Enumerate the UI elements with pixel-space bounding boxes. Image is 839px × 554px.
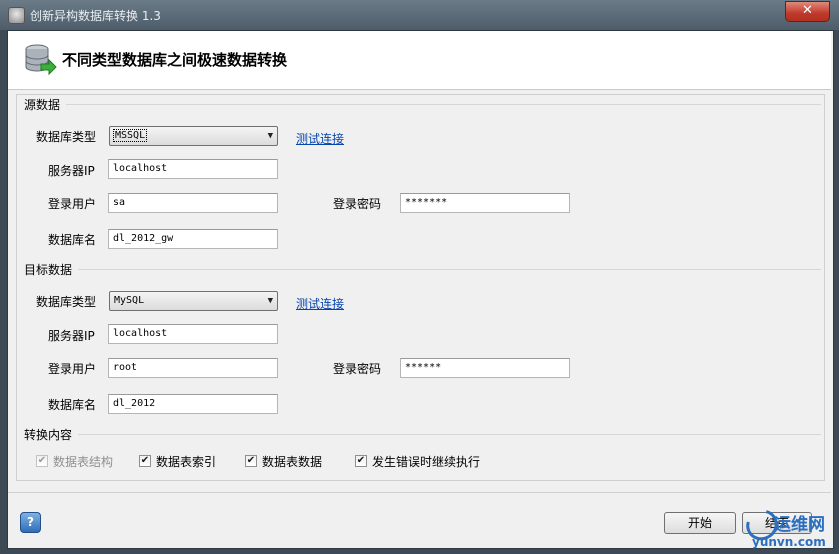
chevron-down-icon: ▼	[267, 296, 273, 306]
target-user-input[interactable]: root	[108, 358, 278, 378]
source-password-label: 登录密码	[333, 197, 382, 211]
watermark-name: 运维网	[774, 515, 825, 535]
source-db-type-label: 数据库类型	[36, 130, 97, 144]
window-title: 创新异构数据库转换 1.3	[30, 9, 161, 23]
settings-panel	[16, 94, 825, 481]
option-table-data-label: 数据表数据	[262, 455, 323, 469]
header-title: 不同类型数据库之间极速数据转换	[62, 51, 288, 69]
target-db-type-value: MySQL	[114, 295, 145, 306]
checkmark-icon: ✔	[356, 455, 366, 466]
option-table-index-label: 数据表索引	[156, 455, 217, 469]
conversion-section-divider	[78, 434, 821, 435]
target-db-type-label: 数据库类型	[36, 295, 97, 309]
checkmark-icon: ✔	[140, 455, 150, 466]
footer-divider	[8, 492, 831, 493]
target-password-input[interactable]: ******	[400, 358, 570, 378]
app-icon[interactable]	[8, 7, 25, 24]
start-button[interactable]: 开始	[664, 512, 736, 534]
target-user-label: 登录用户	[48, 362, 97, 376]
target-server-input[interactable]: localhost	[108, 324, 278, 344]
target-section-label: 目标数据	[24, 263, 73, 277]
help-icon[interactable]: ?	[20, 512, 41, 533]
option-continue-on-error-checkbox[interactable]: ✔	[355, 455, 367, 467]
source-user-input[interactable]: sa	[108, 193, 278, 213]
source-dbname-label: 数据库名	[48, 233, 97, 247]
option-table-structure-checkbox[interactable]: ✔	[36, 455, 48, 467]
source-server-label: 服务器IP	[48, 164, 95, 178]
target-db-type-select[interactable]: MySQL ▼	[109, 291, 278, 311]
target-server-label: 服务器IP	[48, 329, 95, 343]
option-continue-on-error-label: 发生错误时继续执行	[372, 455, 481, 469]
source-section-divider	[66, 104, 821, 105]
target-section-divider	[78, 269, 821, 270]
source-section-label: 源数据	[24, 98, 61, 112]
source-test-connection-link[interactable]: 测试连接	[296, 130, 344, 147]
chevron-down-icon: ▼	[267, 131, 273, 141]
checkmark-icon: ✔	[246, 455, 256, 466]
source-server-input[interactable]: localhost	[108, 159, 278, 179]
close-button[interactable]: ✕	[785, 1, 830, 22]
watermark-url: yunvn.com	[752, 535, 826, 549]
source-db-type-select[interactable]: MSSQL ▼	[109, 126, 278, 146]
source-dbname-input[interactable]: dl_2012_gw	[108, 229, 278, 249]
database-arrow-icon	[25, 44, 57, 76]
option-table-data-checkbox[interactable]: ✔	[245, 455, 257, 467]
conversion-section-label: 转换内容	[24, 428, 73, 442]
target-dbname-input[interactable]: dl_2012	[108, 394, 278, 414]
option-table-index-checkbox[interactable]: ✔	[139, 455, 151, 467]
option-table-structure-label: 数据表结构	[53, 455, 114, 469]
checkmark-icon: ✔	[37, 455, 47, 466]
target-password-label: 登录密码	[333, 362, 382, 376]
source-user-label: 登录用户	[48, 197, 97, 211]
source-password-input[interactable]: *******	[400, 193, 570, 213]
target-test-connection-link[interactable]: 测试连接	[296, 295, 344, 312]
source-db-type-value: MSSQL	[112, 129, 148, 142]
target-dbname-label: 数据库名	[48, 398, 97, 412]
